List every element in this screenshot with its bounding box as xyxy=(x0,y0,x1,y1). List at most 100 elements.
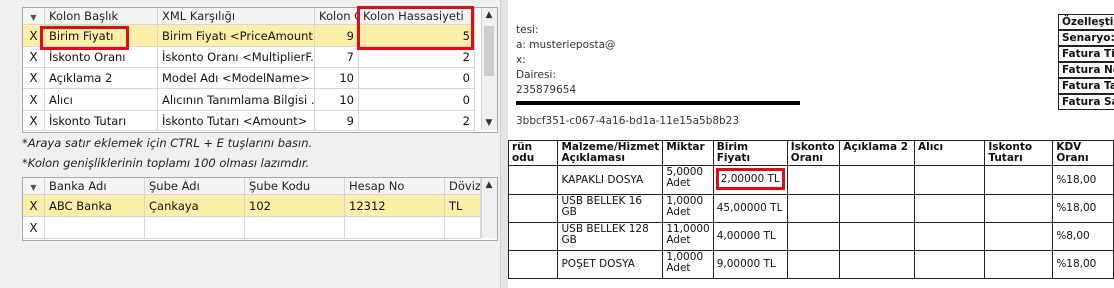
label-fatura-no: Fatura No xyxy=(1058,62,1114,78)
cell-malzeme: USB BELLEK 16 GB xyxy=(557,194,664,223)
col-header-kolon-genislik[interactable]: Kolon G xyxy=(315,8,359,25)
cell-birim-fiyati: 9,00000 TL xyxy=(712,250,788,279)
label-ozellestirme: Özelleştir xyxy=(1058,14,1114,30)
cell-sube-kodu[interactable] xyxy=(245,217,345,239)
info-line-fax: x: xyxy=(516,54,526,66)
cell-miktar: 1,0000 Adet xyxy=(662,250,714,279)
col-header-xml-karsiligi[interactable]: XML Karşılığı xyxy=(158,8,315,25)
cell-birim-fiyati: 4,00000 TL xyxy=(712,222,788,251)
th-iskonto-orani: İskonto Oranı xyxy=(786,140,841,166)
cell-miktar: 1,0000 Adet xyxy=(662,194,714,223)
kolon-grid-scrollbar[interactable]: ▲ ▼ xyxy=(481,8,497,130)
cell-kolon-baslik[interactable]: İskonto Tutarı xyxy=(45,111,158,131)
annotation-box-kolon-hassasiyeti xyxy=(357,6,474,50)
label-senaryo: Senaryo: xyxy=(1058,30,1114,46)
cell-xml-karsiligi[interactable]: Model Adı <ModelName> xyxy=(158,68,315,89)
ettn-value: 3bbcf351-c067-4a16-bd1a-11e15a5b8b23 xyxy=(516,115,740,127)
header-filter-dropdown[interactable]: ▼ xyxy=(23,8,45,25)
cell-kolon-hassasiyeti[interactable]: 2 xyxy=(359,47,475,68)
invoice-preview: tesi: a: musterieposta@ x: Dairesi: 2358… xyxy=(508,0,1114,288)
cell-kolon-genislik[interactable]: 10 xyxy=(315,68,359,89)
th-malzeme: Malzeme/Hizmet Açıklaması xyxy=(557,140,664,166)
cell-xml-karsiligi[interactable]: İskonto Tutarı <Amount> xyxy=(158,111,315,131)
th-miktar: Miktar xyxy=(662,140,714,166)
info-line-tax-office: Dairesi: xyxy=(516,69,556,81)
scroll-up-icon[interactable]: ▲ xyxy=(482,178,496,192)
info-line-tax-no: 235879654 xyxy=(516,84,577,96)
left-settings-pane: ▼ Kolon Başlık XML Karşılığı Kolon G Kol… xyxy=(0,0,508,288)
cell-birim-fiyati-highlighted: 2,00000 TL xyxy=(715,168,785,190)
cell-kolon-genislik[interactable]: 9 xyxy=(315,111,359,131)
cell-kolon-genislik[interactable]: 10 xyxy=(315,89,359,111)
invoice-line-row: USB BELLEK 16 GB 1,0000 Adet 45,00000 TL… xyxy=(508,194,1114,223)
banka-grid: ▼ Banka Adı Şube Adı Şube Kodu Hesap No … xyxy=(22,177,498,241)
cell-kolon-baslik[interactable]: Açıklama 2 xyxy=(45,68,158,89)
cell-xml-karsiligi[interactable]: Birim Fiyatı <PriceAmount> xyxy=(158,25,315,47)
info-line: tesi: xyxy=(516,24,539,36)
cell-sube-kodu[interactable]: 102 xyxy=(245,195,345,217)
cell-kolon-baslik[interactable]: Alıcı xyxy=(45,89,158,111)
cell-kdv: %18,00 xyxy=(1052,194,1114,223)
invoice-lines-table: rün odu Malzeme/Hizmet Açıklaması Miktar… xyxy=(508,140,1114,279)
th-urun-kodu: rün odu xyxy=(508,140,559,166)
note-column-width: *Kolon genişliklerinin toplamı 100 olmas… xyxy=(22,156,310,170)
cell-miktar: 5,0000 Adet xyxy=(662,165,714,195)
col-header-banka-adi[interactable]: Banka Adı xyxy=(45,178,145,195)
banka-grid-scrollbar[interactable]: ▲ xyxy=(481,178,497,238)
cell-kdv: %18,00 xyxy=(1052,165,1114,195)
cell-xml-karsiligi[interactable]: İskonto Oranı <MultiplierF... xyxy=(158,47,315,68)
annotation-box-birim-fiyati xyxy=(40,26,129,50)
scroll-up-icon[interactable]: ▲ xyxy=(482,8,496,22)
chevron-down-icon: ▼ xyxy=(30,13,37,22)
scroll-thumb[interactable] xyxy=(484,26,494,76)
label-fatura-tipi: Fatura Tip xyxy=(1058,46,1114,62)
invoice-line-row: POŞET DOSYA 1,0000 Adet 9,00000 TL %18,0… xyxy=(508,250,1114,279)
row-delete-button[interactable]: X xyxy=(23,68,45,89)
cell-sube-adi[interactable] xyxy=(145,217,245,239)
th-iskonto-tutari: İskonto Tutarı xyxy=(984,140,1054,166)
cell-banka-adi[interactable]: ABC Banka xyxy=(45,195,145,217)
cell-kolon-baslik[interactable]: İskonto Oranı xyxy=(45,47,158,68)
cell-sube-adi[interactable]: Çankaya xyxy=(145,195,245,217)
divider xyxy=(516,101,800,105)
col-header-doviz[interactable]: Döviz xyxy=(445,178,481,195)
row-delete-button[interactable]: X xyxy=(23,89,45,111)
col-header-sube-kodu[interactable]: Şube Kodu xyxy=(245,178,345,195)
info-line-email: a: musterieposta@ xyxy=(516,39,616,51)
cell-malzeme: KAPAKLI DOSYA xyxy=(557,165,664,195)
cell-kdv: %18,00 xyxy=(1052,250,1114,279)
chevron-down-icon: ▼ xyxy=(30,183,37,192)
cell-malzeme: USB BELLEK 128 GB xyxy=(557,222,664,251)
cell-hesap-no[interactable]: 12312 xyxy=(345,195,445,217)
th-alici: Alıcı xyxy=(913,140,986,166)
row-delete-button[interactable]: X xyxy=(23,111,45,131)
cell-kolon-genislik[interactable]: 7 xyxy=(315,47,359,68)
row-delete-button[interactable]: X xyxy=(23,47,45,68)
scroll-down-icon[interactable]: ▼ xyxy=(482,116,496,130)
cell-doviz[interactable] xyxy=(445,217,481,239)
cell-xml-karsiligi[interactable]: Alıcının Tanımlama Bilgisi ... xyxy=(158,89,315,111)
cell-birim-fiyati: 45,00000 TL xyxy=(712,194,788,223)
cell-banka-adi[interactable] xyxy=(45,217,145,239)
cell-kolon-hassasiyeti[interactable]: 0 xyxy=(359,68,475,89)
cell-kolon-genislik[interactable]: 9 xyxy=(315,25,359,47)
cell-miktar: 11,0000 Adet xyxy=(662,222,714,251)
th-aciklama-2: Açıklama 2 xyxy=(839,140,915,166)
col-header-hesap-no[interactable]: Hesap No xyxy=(345,178,445,195)
label-fatura-tarihi: Fatura Ta xyxy=(1058,78,1114,94)
row-delete-button[interactable]: X xyxy=(23,195,45,217)
col-header-kolon-baslik[interactable]: Kolon Başlık xyxy=(45,8,158,25)
cell-malzeme: POŞET DOSYA xyxy=(557,250,664,279)
row-delete-button[interactable]: X xyxy=(23,217,45,239)
th-kdv-orani: KDV Oranı xyxy=(1052,140,1114,166)
note-insert-row: *Araya satır eklemek için CTRL + E tuşla… xyxy=(22,136,313,150)
th-birim-fiyati: Birim Fiyatı xyxy=(712,140,788,166)
cell-kolon-hassasiyeti[interactable]: 2 xyxy=(359,111,475,131)
cell-hesap-no[interactable] xyxy=(345,217,445,239)
col-header-sube-adi[interactable]: Şube Adı xyxy=(145,178,245,195)
cell-doviz[interactable]: TL xyxy=(445,195,481,217)
cell-kolon-hassasiyeti[interactable]: 0 xyxy=(359,89,475,111)
header-filter-dropdown[interactable]: ▼ xyxy=(23,178,45,195)
invoice-info-box: Özelleştir Senaryo: Fatura Tip Fatura No… xyxy=(1058,14,1114,110)
invoice-line-row: USB BELLEK 128 GB 11,0000 Adet 4,00000 T… xyxy=(508,222,1114,251)
